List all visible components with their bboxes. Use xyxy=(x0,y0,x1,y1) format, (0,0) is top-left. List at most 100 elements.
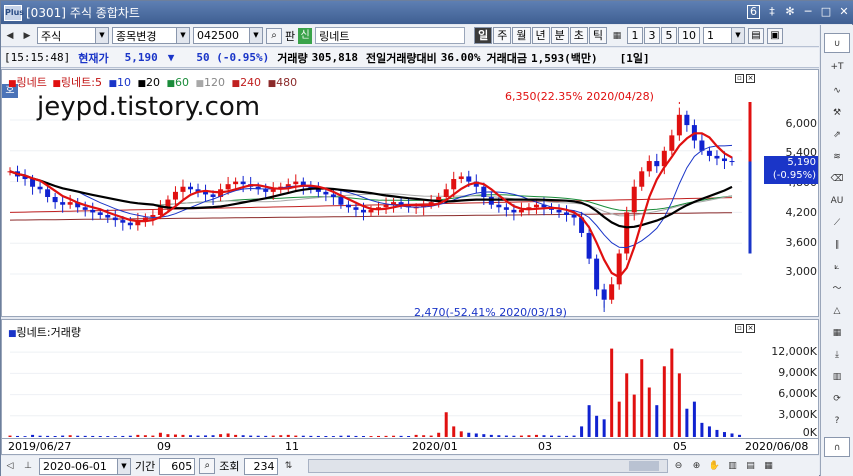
ruler-icon[interactable]: ⊥ xyxy=(21,458,35,474)
candle-body xyxy=(631,186,637,213)
eraser-icon[interactable]: ⌫ xyxy=(824,169,850,189)
wrench-icon[interactable]: ⚒ xyxy=(824,103,850,123)
candle-body xyxy=(564,212,570,215)
pane-close-icon[interactable]: × xyxy=(746,324,755,333)
pane-restore-icon[interactable]: ▫ xyxy=(735,74,744,83)
interval-5-button[interactable]: 5 xyxy=(661,27,677,44)
maximize-button[interactable]: □ xyxy=(820,5,832,19)
grid-tool-icon[interactable]: ▦ xyxy=(824,323,850,343)
y-tick: 3,600 xyxy=(785,236,818,249)
volume-bar xyxy=(38,435,42,437)
volume-bar xyxy=(685,408,689,437)
volume-bar xyxy=(632,394,636,437)
volume-label: 거래량 xyxy=(277,51,308,65)
collapse-icon[interactable]: ∪ xyxy=(824,33,850,53)
period-minute-button[interactable]: 분 xyxy=(550,27,569,44)
cross-line-icon[interactable]: ⟋ xyxy=(824,213,850,233)
legend-marker-icon: ■ xyxy=(195,79,205,89)
hand-icon[interactable]: ✋ xyxy=(708,458,722,474)
market-select[interactable]: 주식 ▼ xyxy=(37,27,109,44)
scrollbar-thumb[interactable] xyxy=(628,461,659,471)
candle-body xyxy=(67,202,73,205)
legend-marker-icon: ■ xyxy=(52,79,61,89)
period-month-button[interactable]: 월 xyxy=(512,27,531,44)
wave-icon[interactable]: 〜 xyxy=(824,279,850,299)
candle-body xyxy=(233,181,239,185)
triangle-icon[interactable]: △ xyxy=(824,301,850,321)
chart-icon[interactable]: ▦ xyxy=(762,458,776,474)
volume-bar xyxy=(128,435,132,437)
candle-body xyxy=(210,194,216,197)
grid-icon[interactable]: ▦ xyxy=(610,28,624,44)
chevron-down-icon[interactable]: ▼ xyxy=(176,28,189,43)
period-year-button[interactable]: 년 xyxy=(531,27,550,44)
chevron-down-icon[interactable]: ▼ xyxy=(117,458,130,474)
channel-icon[interactable]: ∥ xyxy=(824,235,850,255)
pane-restore-icon[interactable]: ▫ xyxy=(735,324,744,333)
volume-bar xyxy=(121,435,125,437)
pan-label[interactable]: 판 xyxy=(285,28,295,44)
help-icon[interactable]: ? xyxy=(824,411,850,431)
stock-code-input[interactable]: 042500 ▼ xyxy=(193,27,263,44)
volume-bar xyxy=(113,436,117,437)
period-week-button[interactable]: 주 xyxy=(493,27,512,44)
interval-3-button[interactable]: 3 xyxy=(644,27,660,44)
bars-tool-icon[interactable]: ▥ xyxy=(824,367,850,387)
window-icon[interactable]: ▣ xyxy=(767,27,783,44)
volume-bar xyxy=(534,434,538,437)
legend-marker-icon: ■ xyxy=(108,79,117,89)
search-icon[interactable]: ⌕ xyxy=(266,27,282,44)
add-tool-icon[interactable]: +T xyxy=(824,57,850,77)
fibo-icon[interactable]: ≋ xyxy=(824,147,850,167)
interval-1-button[interactable]: 1 xyxy=(627,27,643,44)
period-second-button[interactable]: 초 xyxy=(569,27,588,44)
prev-arrow-icon[interactable]: ◀ xyxy=(3,28,17,44)
chevron-down-icon[interactable]: ▼ xyxy=(731,28,744,43)
zoom-out-icon[interactable]: ⊖ xyxy=(672,458,686,474)
stock-change-select[interactable]: 종목변경 ▼ xyxy=(112,27,190,44)
candle-body xyxy=(458,176,464,180)
zigzag-icon[interactable]: ⟀ xyxy=(824,257,850,277)
trend-icon[interactable]: ⇗ xyxy=(824,125,850,145)
lookup-label[interactable]: 조회 xyxy=(219,458,239,474)
layout-icon[interactable]: ▤ xyxy=(748,27,764,44)
settings-star-icon[interactable]: ✻ xyxy=(784,5,796,19)
chart-scrollbar[interactable] xyxy=(307,459,668,473)
spin-icon[interactable]: ⇅ xyxy=(282,458,296,474)
period-input[interactable]: 605 xyxy=(159,457,196,475)
volume-chart-svg[interactable] xyxy=(2,320,820,440)
lookup-icon[interactable]: ⌕ xyxy=(199,458,216,474)
credit-badge[interactable]: 신 xyxy=(298,27,313,44)
count-input[interactable]: 234 xyxy=(243,457,278,475)
refresh-icon[interactable]: ⟳ xyxy=(824,389,850,409)
interval-select[interactable]: 1 ▼ xyxy=(703,27,745,44)
volume-bar xyxy=(91,435,95,437)
candle-body xyxy=(82,207,88,210)
scroll-left-icon[interactable]: ◁ xyxy=(3,458,17,474)
date-select[interactable]: 2020-06-01 ▼ xyxy=(39,457,131,475)
screen-badge[interactable]: 6 xyxy=(747,5,760,19)
period-day-button[interactable]: 일 xyxy=(474,27,493,44)
volume-bar xyxy=(61,435,65,437)
period-tick-button[interactable]: 틱 xyxy=(588,27,607,44)
chevron-down-icon[interactable]: ▼ xyxy=(95,28,108,43)
volume-bar xyxy=(399,435,403,437)
pin-icon[interactable]: ‡ xyxy=(766,5,778,19)
zoom-in-icon[interactable]: ⊕ xyxy=(690,458,704,474)
auto-icon[interactable]: AU xyxy=(824,191,850,211)
price-chart-pane[interactable]: 호 ■링네트 ■링네트:5 ■10 ■20 ■60 ■120 ■240 ■480… xyxy=(1,69,819,319)
pane-close-icon[interactable]: × xyxy=(746,74,755,83)
volume-chart-pane[interactable]: ■링네트:거래량 ▫ × 12,000K 9,000K 6,000K 3,000… xyxy=(1,319,819,439)
expand-icon[interactable]: ∩ xyxy=(824,437,850,457)
minimize-button[interactable]: ─ xyxy=(802,5,814,19)
chart-window: Plus [0301] 주식 종합차트 6 ‡ ✻ ─ □ ✕ ◀ ▶ 주식 ▼ … xyxy=(0,0,853,476)
close-button[interactable]: ✕ xyxy=(838,5,850,19)
download-icon[interactable]: ⤓ xyxy=(824,345,850,365)
interval-10-button[interactable]: 10 xyxy=(678,27,700,44)
chevron-down-icon[interactable]: ▼ xyxy=(249,28,262,43)
draw-line-icon[interactable]: ∿ xyxy=(824,81,850,101)
next-arrow-icon[interactable]: ▶ xyxy=(20,28,34,44)
bars-icon[interactable]: ▥ xyxy=(726,458,740,474)
volume-bar xyxy=(738,434,742,437)
list-icon[interactable]: ▤ xyxy=(744,458,758,474)
